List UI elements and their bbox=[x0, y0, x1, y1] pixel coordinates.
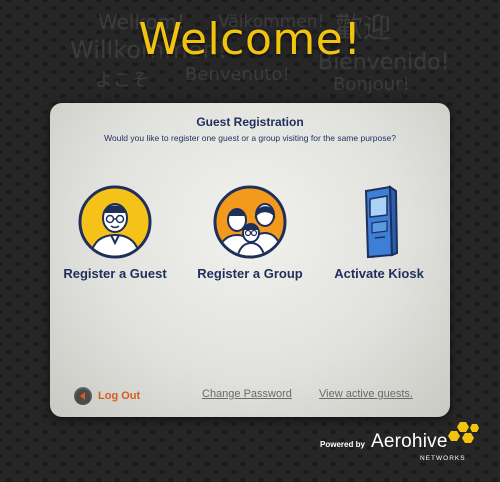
register-group-label: Register a Group bbox=[197, 266, 303, 281]
back-arrow-icon bbox=[74, 387, 92, 405]
register-guest-label: Register a Guest bbox=[63, 266, 167, 281]
brand-name: Aerohive bbox=[371, 431, 448, 452]
powered-by-text: Powered by bbox=[320, 440, 365, 449]
panel-title: Guest Registration bbox=[196, 115, 304, 129]
brand-networks: NETWORKS bbox=[420, 455, 466, 462]
view-active-guests-link[interactable]: View active guests. bbox=[319, 388, 413, 400]
group-guests-icon bbox=[213, 185, 287, 259]
background-greeting: Benvenuto! bbox=[185, 64, 290, 85]
panel-subtitle: Would you like to register one guest or … bbox=[104, 133, 396, 143]
aerohive-logo-icon bbox=[448, 422, 479, 443]
kiosk-icon bbox=[364, 185, 399, 259]
footer-branding: Powered by Aerohive NETWORKS bbox=[320, 422, 495, 475]
logout-label: Log Out bbox=[98, 390, 141, 402]
activate-kiosk-button[interactable]: Activate Kiosk bbox=[309, 185, 449, 281]
background-greeting: Bonjour! bbox=[333, 74, 410, 95]
register-guest-button[interactable]: Register a Guest bbox=[45, 185, 185, 281]
single-guest-icon bbox=[78, 185, 152, 259]
change-password-link[interactable]: Change Password bbox=[202, 388, 292, 400]
page-title: Welcome! bbox=[138, 14, 362, 65]
logout-button[interactable]: Log Out bbox=[74, 386, 140, 406]
activate-kiosk-label: Activate Kiosk bbox=[334, 266, 424, 281]
background-greeting: よこそ bbox=[95, 70, 149, 91]
registration-panel: Guest Registration Would you like to reg… bbox=[50, 103, 450, 417]
register-group-button[interactable]: Register a Group bbox=[180, 185, 320, 281]
